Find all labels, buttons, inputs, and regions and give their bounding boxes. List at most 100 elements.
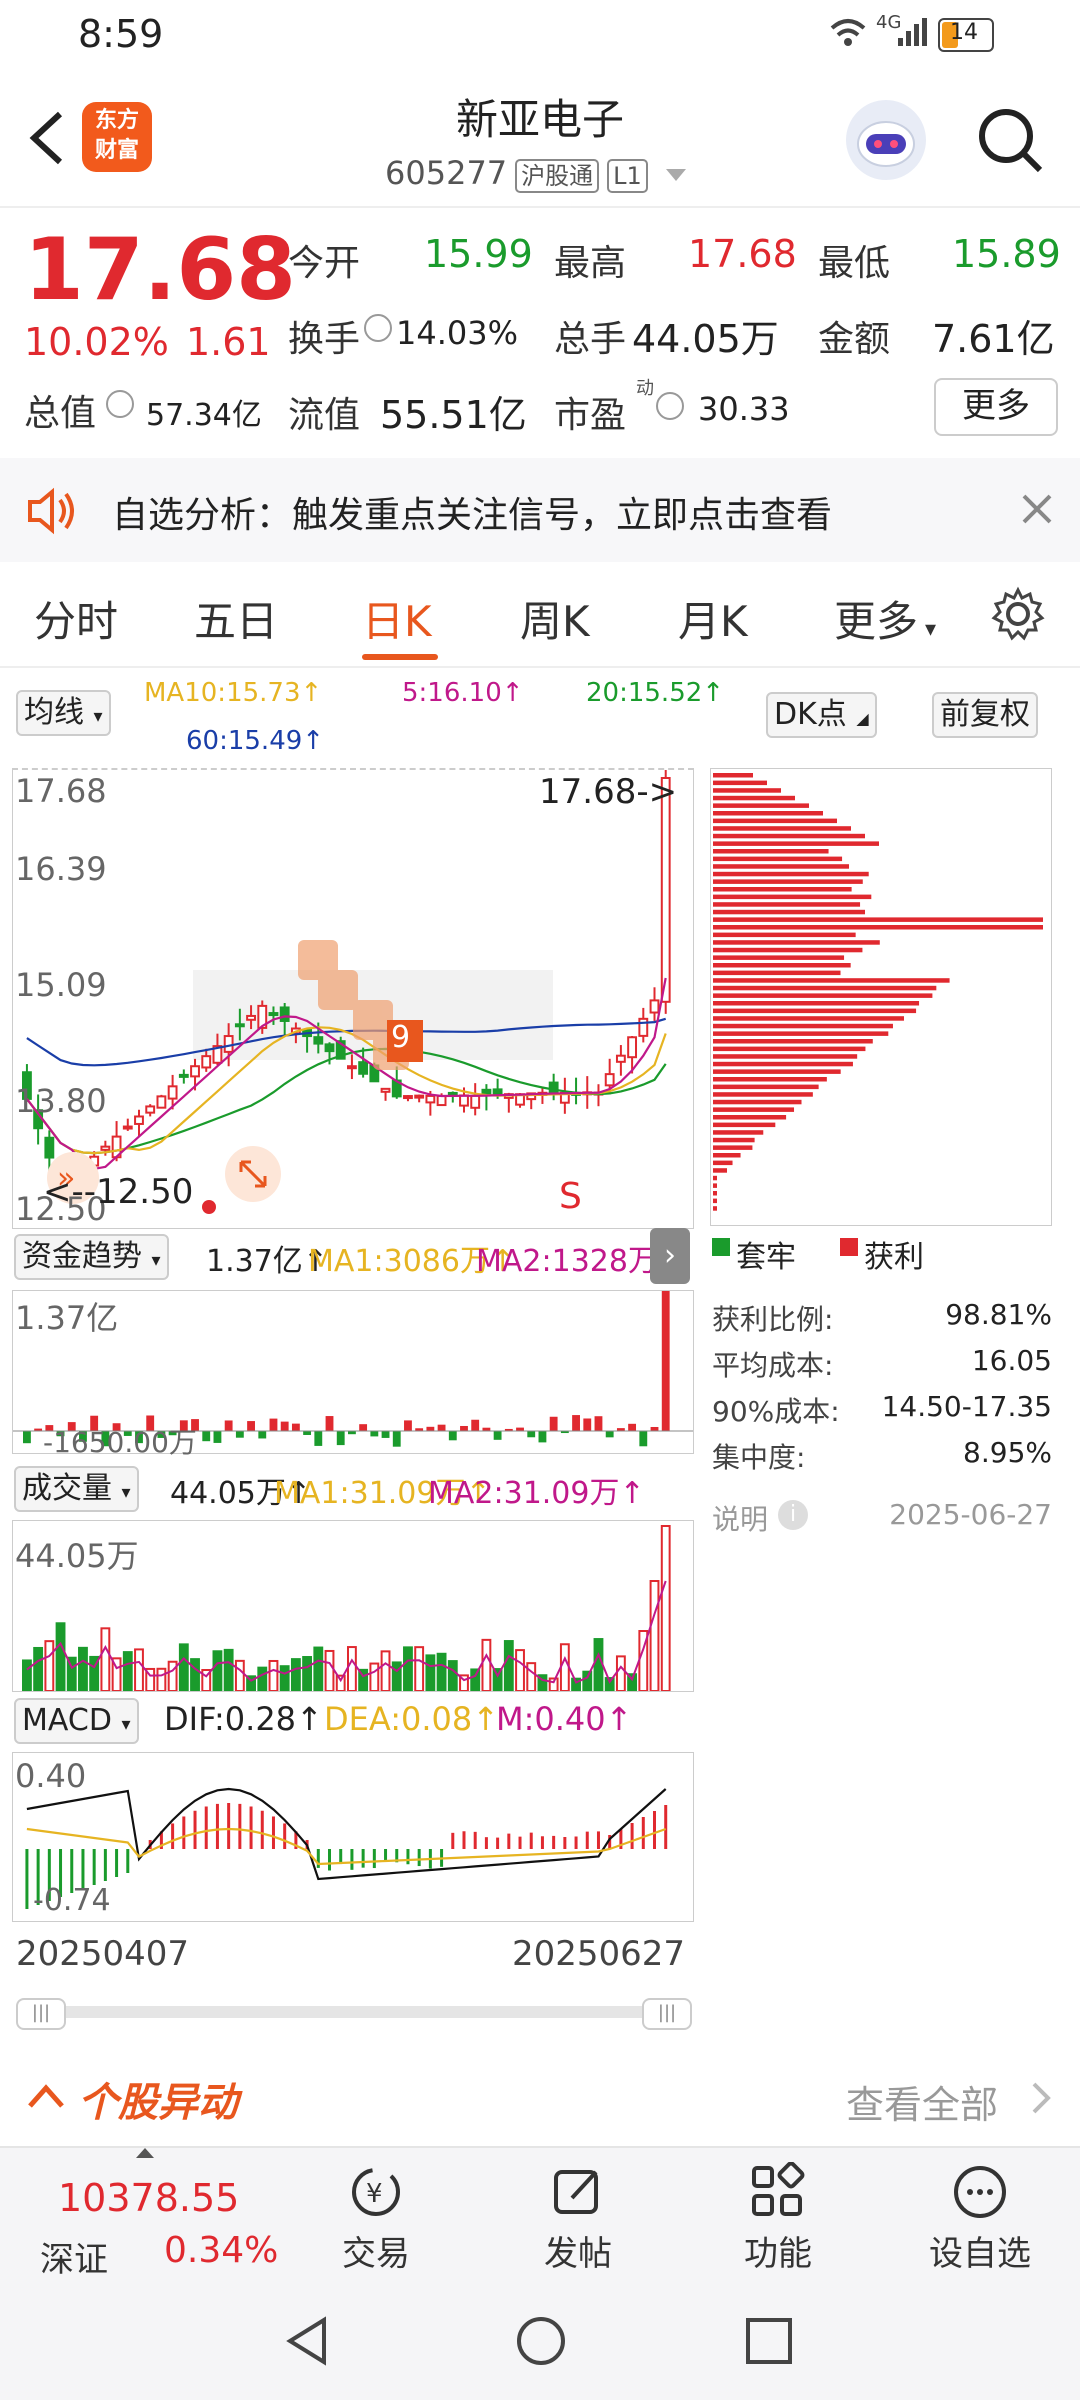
cost90-label: 90%成本: [712, 1395, 840, 1428]
chip-bar [713, 902, 861, 907]
fund-bar [235, 1431, 244, 1438]
fund-selector[interactable]: 资金趋势 ▾ [14, 1234, 169, 1280]
candle [649, 987, 660, 1021]
assistant-robot-icon[interactable] [846, 100, 926, 180]
last-price: 17.68 [24, 220, 297, 320]
chevron-down-icon[interactable] [665, 169, 686, 181]
fund-bar [291, 1423, 300, 1431]
fund-bar [471, 1419, 480, 1431]
gear-icon[interactable] [990, 586, 1046, 642]
info-icon[interactable] [364, 314, 392, 342]
chip-bar [713, 1191, 717, 1196]
speaker-icon [28, 487, 74, 535]
home-circle-icon[interactable] [514, 2314, 568, 2368]
more-button[interactable]: 更多 [934, 378, 1058, 436]
tab-more[interactable]: 更多 ▾ [834, 588, 936, 649]
low-dot [202, 1200, 216, 1214]
chip-distribution[interactable] [710, 768, 1052, 1226]
tab-daily-k[interactable]: 日K [362, 588, 432, 649]
chip-bar [713, 978, 950, 983]
kline-chart[interactable]: » 17.68 16.39 15.09 13.80 12.50 17.68-> … [12, 768, 694, 1229]
chip-bar [713, 818, 837, 824]
volume-bar [156, 1667, 167, 1691]
date-end: 20250627 [512, 1934, 686, 1974]
chip-bar [713, 1008, 917, 1014]
volume-chart[interactable]: 44.05万 [12, 1520, 694, 1692]
y-tick-4: 13.80 [15, 1082, 107, 1120]
volume-bar [447, 1660, 458, 1691]
note-label[interactable]: 说明 [712, 1498, 768, 1538]
fund-bar [572, 1415, 580, 1431]
tab-monthly-k[interactable]: 月K [678, 588, 748, 649]
fund-bar [269, 1418, 278, 1431]
macd-dif: DIF:0.28↑ [164, 1700, 323, 1738]
macd-m: M:0.40↑ [496, 1700, 633, 1738]
index-pct: 0.34% [164, 2230, 279, 2271]
post-icon [554, 2170, 598, 2214]
close-icon[interactable] [1020, 492, 1054, 526]
recents-square-icon[interactable] [744, 2316, 794, 2366]
volume-bar [257, 1666, 268, 1691]
macd-selector[interactable]: MACD ▾ [14, 1698, 139, 1744]
back-triangle-icon[interactable] [282, 2314, 332, 2368]
info-icon[interactable] [656, 392, 684, 420]
info-icon[interactable] [106, 390, 134, 418]
open-value: 15.99 [424, 232, 533, 276]
range-scroller[interactable] [16, 2006, 686, 2018]
view-all-link[interactable]: 查看全部 [846, 2074, 998, 2129]
turnover-label: 换手 [288, 319, 361, 360]
battery-icon: 14 [938, 18, 994, 52]
quote-panel: 17.68 10.02% 1.61 今开 15.99 最高 17.68 最低 1… [0, 206, 1080, 458]
candle [548, 1073, 559, 1101]
info-icon[interactable]: i [778, 1500, 808, 1530]
macd-chart[interactable]: 0.40 -0.74 [12, 1752, 694, 1922]
nav-add-watchlist[interactable]: 设自选 [920, 2226, 1040, 2275]
adjust-selector[interactable]: 前复权 [932, 692, 1038, 738]
analysis-banner[interactable]: 自选分析：触发重点关注信号，立即点击查看 [0, 458, 1080, 562]
range-handle-right[interactable]: ||| [642, 1998, 692, 2030]
fund-chart[interactable]: 1.37亿 -1650.00万 [12, 1290, 694, 1459]
chip-bar [713, 1069, 841, 1074]
volume-selector[interactable]: 成交量 ▾ [14, 1466, 139, 1512]
chip-bar [713, 925, 1043, 930]
stock-header: 东方 财富 新亚电子 605277 沪股通 L1 [0, 72, 1080, 208]
status-bar: 8:59 4G 14 [0, 0, 1080, 72]
dk-selector[interactable]: DK点 ◢ [766, 692, 877, 738]
candle [380, 1087, 391, 1101]
low-value: 15.89 [952, 232, 1061, 276]
index-value[interactable]: 10378.55 [58, 2176, 239, 2220]
movement-section[interactable]: 个股异动 查看全部 [0, 2050, 1080, 2148]
chip-bar [713, 1137, 755, 1143]
cost90-value: 14.50-17.35 [881, 1390, 1052, 1423]
mktcap-label: 总值 [24, 393, 97, 434]
chip-bar [713, 1153, 741, 1158]
chip-bar [713, 1206, 717, 1211]
chip-bar [713, 795, 795, 801]
nav-post[interactable]: 发帖 [518, 2226, 638, 2275]
change-percent: 10.02% [24, 320, 169, 364]
battery-level: 14 [950, 20, 978, 45]
banner-text: 自选分析：触发重点关注信号，立即点击查看 [112, 495, 833, 536]
nav-trade[interactable]: 交易 [316, 2226, 436, 2275]
chip-bar [713, 909, 866, 915]
tab-weekly-k[interactable]: 周K [520, 588, 590, 649]
chip-bar [713, 1023, 893, 1029]
fund-bar [527, 1431, 536, 1438]
tab-five-day[interactable]: 五日 [194, 588, 278, 649]
chip-bar [713, 1077, 827, 1082]
chevron-right-icon[interactable]: › [650, 1228, 690, 1284]
fund-bar [258, 1431, 267, 1439]
tab-intraday[interactable]: 分时 [34, 588, 118, 649]
candle [638, 1007, 649, 1043]
chip-bar [713, 917, 1043, 922]
volume-bar [526, 1662, 537, 1691]
ma-selector[interactable]: 均线 ▾ [16, 690, 111, 736]
nav-function[interactable]: 功能 [718, 2226, 838, 2275]
date-start: 20250407 [16, 1934, 190, 1974]
index-name[interactable]: 深证 [40, 2232, 108, 2281]
search-icon[interactable] [976, 106, 1046, 176]
volume-bar [55, 1622, 66, 1691]
fund-bar [639, 1431, 648, 1447]
range-handle-left[interactable]: ||| [16, 1998, 66, 2030]
volume-bar [223, 1648, 234, 1691]
